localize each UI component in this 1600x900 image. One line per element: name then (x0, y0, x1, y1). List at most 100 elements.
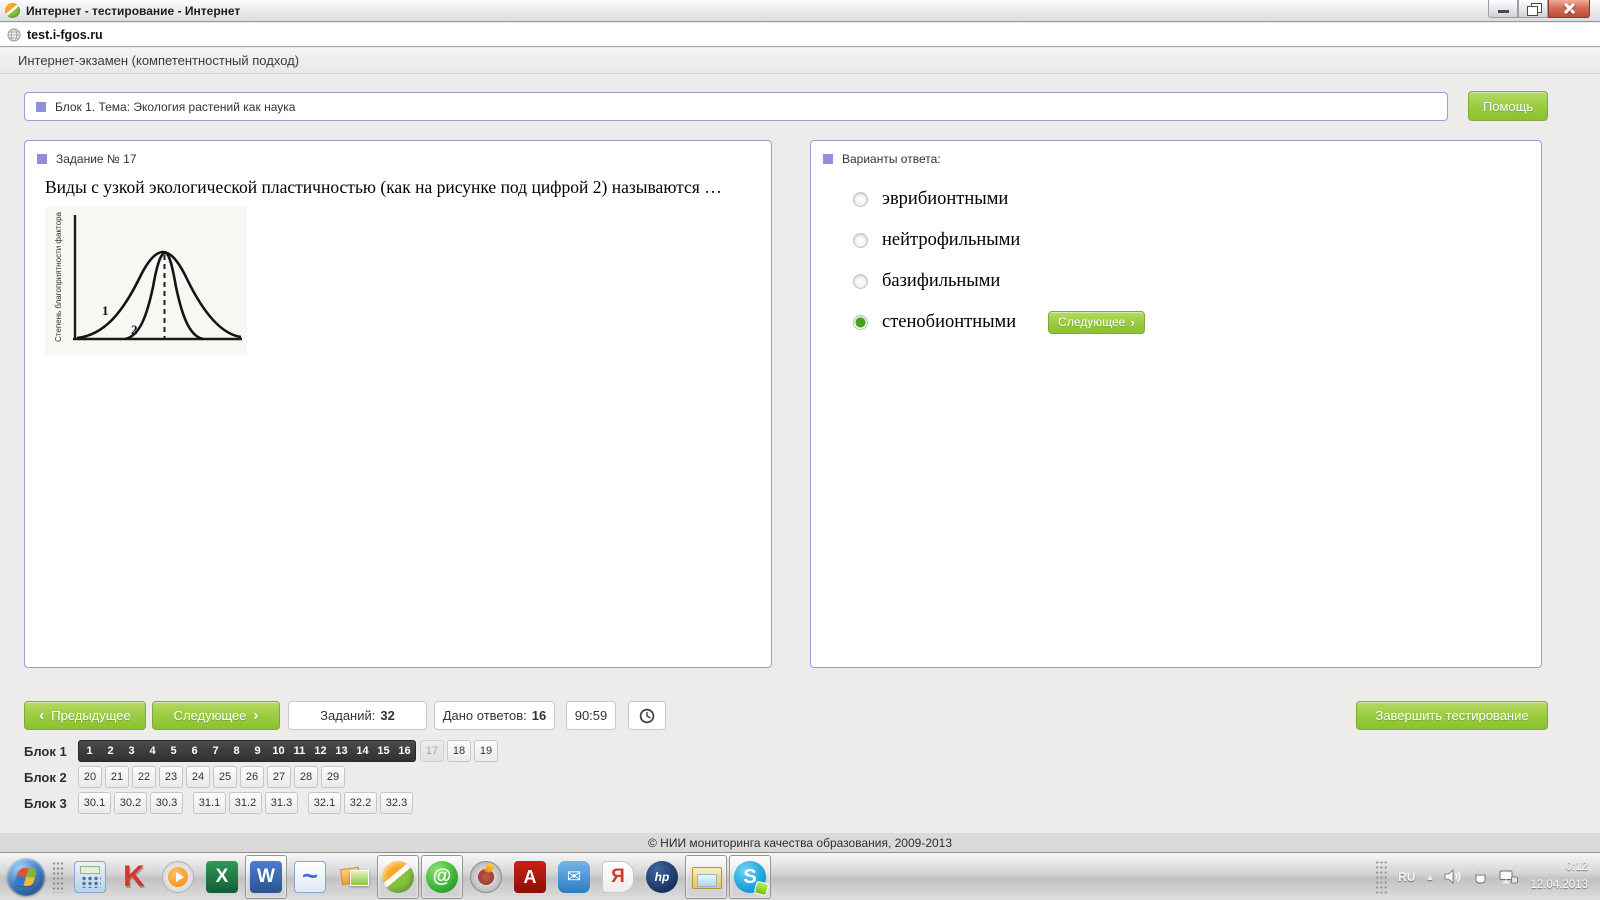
network-icon[interactable] (1499, 869, 1519, 885)
question-nav-item[interactable]: 10 (268, 741, 289, 761)
minimize-button[interactable] (1488, 0, 1518, 18)
answers-bullet-icon (823, 154, 833, 164)
answer-option[interactable]: базифильными (853, 269, 1145, 293)
language-indicator[interactable]: RU (1398, 870, 1415, 884)
quick-launch-dots-icon (52, 860, 64, 893)
adobe-reader-icon-button[interactable]: A (509, 855, 551, 899)
radio-icon[interactable] (853, 191, 868, 207)
skype-icon-button[interactable]: S (729, 854, 771, 899)
security-app-icon-button[interactable] (465, 855, 507, 899)
next-button-label: Следующее (173, 708, 247, 723)
question-nav-item[interactable]: 9 (247, 741, 268, 761)
question-nav-item[interactable]: 11 (289, 741, 310, 761)
answer-option[interactable]: эврибионтными (853, 187, 1145, 211)
previous-button-label: Предыдущее (51, 708, 131, 723)
question-nav-item[interactable]: 32.3 (380, 792, 413, 814)
block-items: 1 2 3 4 5 6 7 8 9 10 11 12 13 14 15 16 17 18 19 (78, 740, 501, 762)
clock-button[interactable] (628, 701, 666, 730)
mail-icon-button[interactable]: ✉ (553, 855, 595, 899)
power-plug-icon[interactable] (1472, 869, 1489, 885)
answers-panel-header: Варианты ответа: (823, 152, 941, 166)
restore-button[interactable] (1518, 0, 1548, 18)
question-nav-item[interactable]: 30.1 (78, 792, 111, 814)
question-nav-item[interactable]: 31.3 (265, 792, 298, 814)
radio-selected-icon[interactable] (853, 314, 868, 330)
block-items: 20 21 22 23 24 25 26 27 28 29 (78, 766, 348, 788)
answer-option[interactable]: нейтрофильными (853, 228, 1145, 252)
system-tray: RU ▲ 0:12 12.04.2013 (1375, 853, 1600, 900)
calculator-icon-button[interactable] (69, 855, 111, 899)
question-nav-item[interactable]: 32.2 (344, 792, 377, 814)
answer-option[interactable]: стенобионтными Следующее › (853, 310, 1145, 334)
question-nav-item[interactable]: 14 (352, 741, 373, 761)
explorer-icon-button[interactable] (685, 854, 727, 899)
block-label: Блок 2 (24, 769, 67, 785)
question-nav-item[interactable]: 32.1 (308, 792, 341, 814)
url-bar[interactable]: test.i-fgos.ru (0, 23, 1600, 47)
question-nav-item[interactable]: 7 (205, 741, 226, 761)
timer: 90:59 (566, 701, 616, 730)
question-nav-item[interactable]: 2 (100, 741, 121, 761)
radio-icon[interactable] (853, 273, 868, 289)
radio-icon[interactable] (853, 232, 868, 248)
tray-time: 0:12 (1565, 861, 1588, 874)
start-button-button[interactable] (5, 855, 47, 899)
question-nav-item[interactable]: 30.2 (114, 792, 147, 814)
question-nav-item[interactable]: 31.2 (229, 792, 262, 814)
tray-clock[interactable]: 0:12 12.04.2013 (1530, 859, 1588, 894)
media-player-icon-button[interactable] (157, 855, 199, 899)
chevron-up-icon[interactable]: ▲ (1426, 872, 1435, 882)
question-nav-item[interactable]: 24 (186, 766, 210, 788)
question-nav-item[interactable]: 4 (142, 741, 163, 761)
corel-icon: ~ (294, 860, 326, 893)
next-button[interactable]: Следующее › (152, 701, 280, 730)
question-nav-item[interactable]: 29 (321, 766, 345, 788)
question-nav-item[interactable]: 23 (159, 766, 183, 788)
previous-button[interactable]: ‹ Предыдущее (24, 701, 146, 730)
question-nav-item[interactable]: 19 (474, 740, 498, 762)
photo-viewer-icon-button[interactable] (333, 855, 375, 899)
question-nav-item[interactable]: 30.3 (150, 792, 183, 814)
question-nav-item[interactable]: 15 (373, 741, 394, 761)
question-nav-item[interactable]: 5 (163, 741, 184, 761)
help-button[interactable]: Помощь (1468, 91, 1548, 121)
question-nav-item[interactable]: 22 (132, 766, 156, 788)
word-icon-button[interactable]: W (245, 854, 287, 899)
excel-icon-button[interactable]: X (201, 855, 243, 899)
question-nav-item[interactable]: 3 (121, 741, 142, 761)
question-nav-item[interactable]: 26 (240, 766, 264, 788)
answered-counter-label: Дано ответов: (442, 708, 527, 723)
question-nav-item[interactable]: 16 (394, 741, 415, 761)
question-nav-item[interactable]: 1 (79, 741, 100, 761)
finish-test-button[interactable]: Завершить тестирование (1356, 701, 1548, 730)
question-figure: 1 2 Степень благоприятности фактора (45, 207, 247, 355)
window-title: Интернет - тестирование - Интернет (26, 3, 241, 18)
question-nav-item[interactable]: 12 (310, 741, 331, 761)
mailru-agent-icon-button[interactable]: @ (421, 854, 463, 899)
corel-icon-button[interactable]: ~ (289, 855, 331, 899)
question-nav-item[interactable]: 27 (267, 766, 291, 788)
speaker-icon[interactable] (1444, 869, 1462, 884)
answers-panel: Варианты ответа: эврибионтными нейтрофиль… (810, 140, 1542, 668)
yandex-icon-button[interactable]: Я (597, 855, 639, 899)
question-nav-item[interactable]: 20 (78, 766, 102, 788)
hp-icon-button[interactable]: hp (641, 855, 683, 899)
question-nav-item[interactable]: 31.1 (193, 792, 226, 814)
question-nav-item[interactable]: 28 (294, 766, 318, 788)
question-nav-item[interactable]: 6 (184, 741, 205, 761)
question-nav-item[interactable]: 8 (226, 741, 247, 761)
finish-test-label: Завершить тестирование (1375, 708, 1529, 723)
question-nav-item[interactable]: 21 (105, 766, 129, 788)
browser-icon-button[interactable] (377, 854, 419, 899)
question-nav-item[interactable]: 25 (213, 766, 237, 788)
question-number: Задание № 17 (56, 152, 137, 166)
question-nav-item[interactable]: 13 (331, 741, 352, 761)
inline-next-button[interactable]: Следующее › (1048, 310, 1145, 334)
app-header-title: Интернет-экзамен (компетентностный подхо… (18, 53, 300, 68)
close-button[interactable] (1548, 0, 1590, 18)
question-nav-item-current[interactable]: 17 (420, 740, 444, 762)
kaspersky-icon-button[interactable]: K (113, 855, 155, 899)
clock-icon (639, 708, 655, 723)
help-button-label: Помощь (1482, 98, 1534, 114)
question-nav-item[interactable]: 18 (447, 740, 471, 762)
